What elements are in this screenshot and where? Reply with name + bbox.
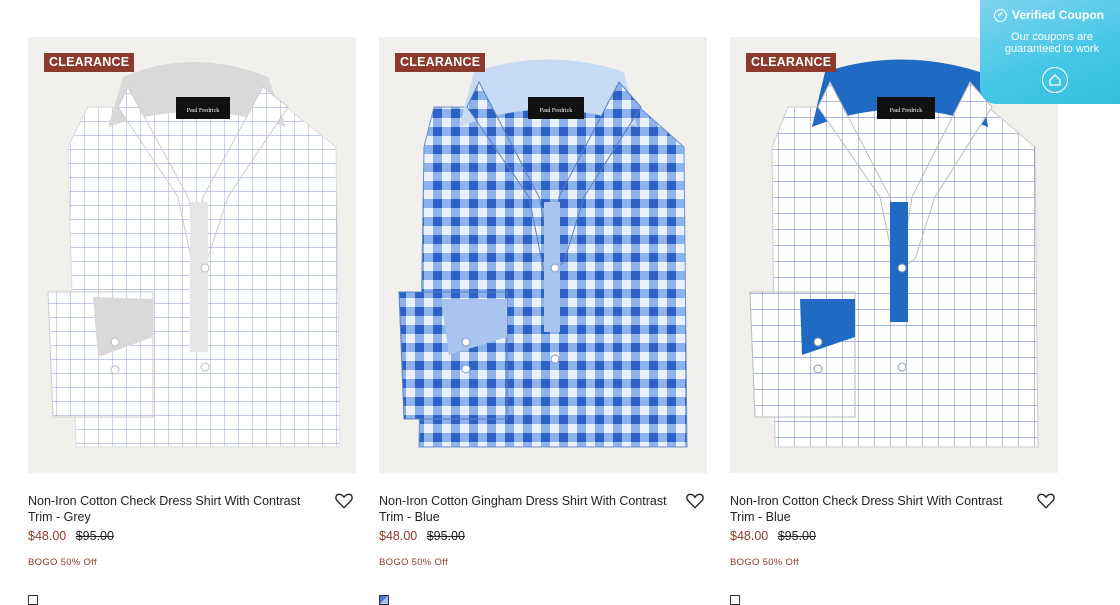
clearance-badge: CLEARANCE xyxy=(395,53,486,72)
product-image[interactable]: Paul Fredrick CLEARANCE xyxy=(28,37,356,473)
promo-text: BOGO 50% Off xyxy=(28,557,97,568)
sale-price: $48.00 xyxy=(28,529,67,543)
sale-price: $48.00 xyxy=(379,529,418,543)
product-card[interactable]: Paul Fredrick CLEARANCE Non-Iron Cotton … xyxy=(730,37,1058,568)
check-circle-icon: ✓ xyxy=(994,8,1007,22)
original-price: $95.00 xyxy=(75,529,114,543)
product-image[interactable]: Paul Fredrick CLEARANCE xyxy=(379,37,707,473)
clearance-badge: CLEARANCE xyxy=(44,53,135,72)
original-price: $95.00 xyxy=(426,529,465,543)
clearance-badge: CLEARANCE xyxy=(746,53,837,72)
shirt-image: Paul Fredrick xyxy=(398,59,688,448)
svg-text:Paul Fredrick: Paul Fredrick xyxy=(890,108,923,114)
promo-text: BOGO 50% Off xyxy=(379,557,448,568)
sale-price: $48.00 xyxy=(730,529,769,543)
product-card[interactable]: Paul Fredrick CLEARANCE Non-Iron Cotton … xyxy=(28,37,356,568)
coupon-text: Our coupons are guaranteed to work xyxy=(1004,31,1100,55)
original-price: $95.00 xyxy=(777,529,816,543)
product-title[interactable]: Non-Iron Cotton Check Dress Shirt With C… xyxy=(730,493,1020,525)
color-swatch-blue[interactable] xyxy=(730,595,740,605)
verified-coupon-widget[interactable]: ✓ Verified Coupon Our coupons are guaran… xyxy=(980,0,1120,104)
svg-text:Paul Fredrick: Paul Fredrick xyxy=(540,108,573,114)
coupon-title: Verified Coupon xyxy=(1012,8,1105,22)
promo-text: BOGO 50% Off xyxy=(730,557,799,568)
shirt-image: Paul Fredrick xyxy=(47,62,341,448)
heart-icon[interactable] xyxy=(1036,491,1056,511)
color-swatch-grey[interactable] xyxy=(28,595,38,605)
coupon-logo-icon[interactable] xyxy=(1042,67,1068,93)
svg-text:Paul Fredrick: Paul Fredrick xyxy=(187,108,220,114)
product-grid: Paul Fredrick CLEARANCE Non-Iron Cotton … xyxy=(0,0,1120,605)
color-swatch-blue[interactable] xyxy=(379,595,389,605)
product-card[interactable]: Paul Fredrick CLEARANCE Non-Iron Cotton … xyxy=(379,37,707,568)
heart-icon[interactable] xyxy=(685,491,705,511)
heart-icon[interactable] xyxy=(334,491,354,511)
product-title[interactable]: Non-Iron Cotton Check Dress Shirt With C… xyxy=(28,493,318,525)
product-title[interactable]: Non-Iron Cotton Gingham Dress Shirt With… xyxy=(379,493,669,525)
